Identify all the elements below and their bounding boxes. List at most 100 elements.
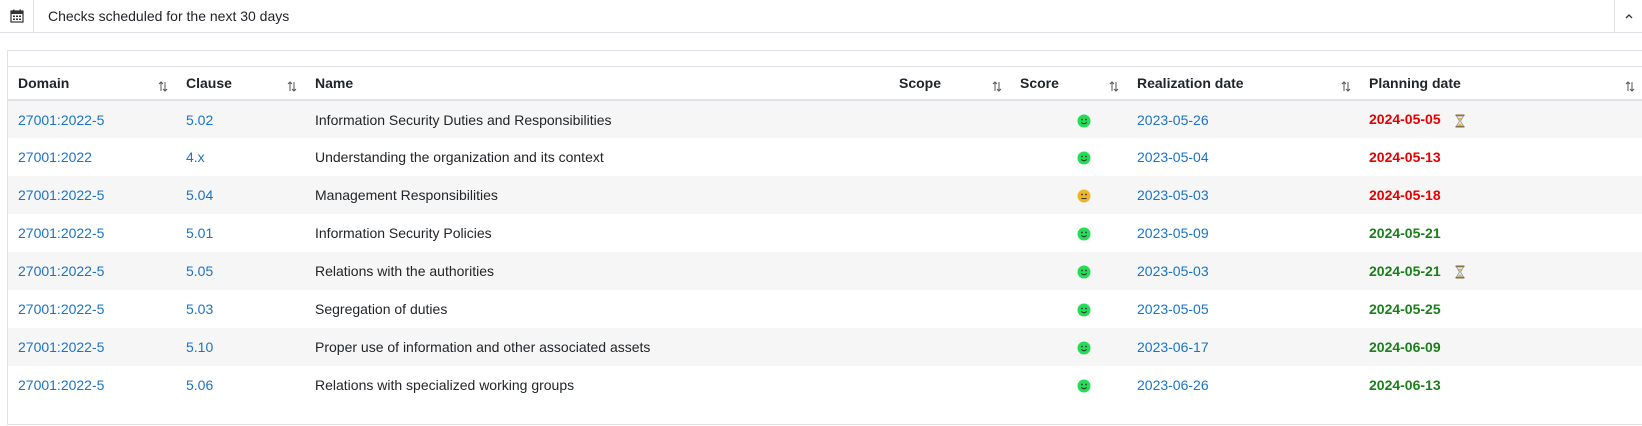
domain-link[interactable]: 27001:2022-5	[18, 225, 104, 241]
name-cell: Information Security Policies	[305, 214, 889, 252]
table-row[interactable]: 27001:2022-5 5.05 Relations with the autho…	[8, 252, 1642, 290]
realization-date-link[interactable]: 2023-05-05	[1137, 301, 1209, 317]
realization-date-link[interactable]: 2023-05-03	[1137, 187, 1209, 203]
domain-link[interactable]: 27001:2022-5	[18, 301, 104, 317]
table-toolbar-strip	[8, 51, 1642, 67]
domain-link[interactable]: 27001:2022-5	[18, 187, 104, 203]
clause-cell: 5.06	[176, 366, 305, 404]
clause-link[interactable]: 5.04	[186, 187, 213, 203]
smiley-face-icon	[1077, 265, 1091, 279]
sort-icon[interactable]	[1109, 79, 1119, 92]
planning-date-cell: 2024-06-13	[1359, 366, 1642, 404]
planning-date: 2024-06-09	[1369, 339, 1441, 355]
column-header-realization-date[interactable]: Realization date	[1127, 67, 1359, 101]
domain-cell: 27001:2022-5	[8, 252, 176, 290]
score-cell	[1010, 366, 1127, 404]
clause-link[interactable]: 5.03	[186, 301, 213, 317]
name-cell: Relations with specialized working group…	[305, 366, 889, 404]
name-cell: Management Responsibilities	[305, 176, 889, 214]
name-cell: Relations with the authorities	[305, 252, 889, 290]
realization-date-cell: 2023-06-17	[1127, 328, 1359, 366]
planning-date: 2024-05-13	[1369, 149, 1441, 165]
scope-cell	[889, 366, 1010, 404]
name-cell: Proper use of information and other asso…	[305, 328, 889, 366]
realization-date-cell: 2023-06-26	[1127, 366, 1359, 404]
realization-date-link[interactable]: 2023-05-26	[1137, 112, 1209, 128]
scope-cell	[889, 176, 1010, 214]
clause-link[interactable]: 5.02	[186, 112, 213, 128]
name-cell: Segregation of duties	[305, 290, 889, 328]
column-header-score[interactable]: Score	[1010, 67, 1127, 101]
table-header-row: Domain Clause Name Scope Score Realizati…	[8, 67, 1642, 101]
panel-title: Checks scheduled for the next 30 days	[48, 8, 290, 24]
table-row[interactable]: 27001:2022 4.x Understanding the organizat…	[8, 138, 1642, 176]
column-header-name[interactable]: Name	[305, 67, 889, 101]
realization-date-cell: 2023-05-03	[1127, 176, 1359, 214]
planning-date-cell: 2024-06-09	[1359, 328, 1642, 366]
smiley-face-icon	[1077, 227, 1091, 241]
scope-cell	[889, 252, 1010, 290]
domain-link[interactable]: 27001:2022-5	[18, 339, 104, 355]
column-header-scope[interactable]: Scope	[889, 67, 1010, 101]
planning-date-cell: 2024-05-21	[1359, 214, 1642, 252]
domain-link[interactable]: 27001:2022-5	[18, 112, 104, 128]
realization-date-link[interactable]: 2023-06-17	[1137, 339, 1209, 355]
table-row[interactable]: 27001:2022-5 5.03 Segregation of duties 202…	[8, 290, 1642, 328]
clause-cell: 5.02	[176, 100, 305, 138]
scope-cell	[889, 138, 1010, 176]
clause-link[interactable]: 5.05	[186, 263, 213, 279]
sort-icon[interactable]	[992, 79, 1002, 92]
planning-date: 2024-05-21	[1369, 225, 1441, 241]
planning-date-cell: 2024-05-21	[1359, 252, 1642, 290]
table-row[interactable]: 27001:2022-5 5.02 Information Security Dut…	[8, 100, 1642, 138]
smiley-face-icon	[1077, 151, 1091, 165]
clause-link[interactable]: 5.10	[186, 339, 213, 355]
neutral-face-icon	[1077, 189, 1091, 203]
realization-date-cell: 2023-05-05	[1127, 290, 1359, 328]
column-header-clause[interactable]: Clause	[176, 67, 305, 101]
table-row[interactable]: 27001:2022-5 5.04 Management Responsibilit…	[8, 176, 1642, 214]
table-row[interactable]: 27001:2022-5 5.10 Proper use of informatio…	[8, 328, 1642, 366]
sort-icon[interactable]	[1341, 79, 1351, 92]
domain-link[interactable]: 27001:2022-5	[18, 377, 104, 393]
clause-cell: 5.01	[176, 214, 305, 252]
planning-date: 2024-05-18	[1369, 187, 1441, 203]
sort-icon[interactable]	[287, 79, 297, 92]
realization-date-link[interactable]: 2023-05-09	[1137, 225, 1209, 241]
domain-cell: 27001:2022-5	[8, 176, 176, 214]
clause-link[interactable]: 4.x	[186, 149, 205, 165]
sort-icon[interactable]	[158, 79, 168, 92]
table-row[interactable]: 27001:2022-5 5.06 Relations with specializ…	[8, 366, 1642, 404]
realization-date-cell: 2023-05-09	[1127, 214, 1359, 252]
sort-icon[interactable]	[1625, 79, 1635, 92]
clause-cell: 5.03	[176, 290, 305, 328]
planning-date: 2024-05-21	[1369, 262, 1441, 279]
planning-date-cell: 2024-05-18	[1359, 176, 1642, 214]
column-header-domain[interactable]: Domain	[8, 67, 176, 101]
name-cell: Information Security Duties and Responsi…	[305, 100, 889, 138]
domain-link[interactable]: 27001:2022	[18, 149, 92, 165]
scope-cell	[889, 100, 1010, 138]
score-cell	[1010, 214, 1127, 252]
hourglass-icon	[1455, 114, 1465, 128]
realization-date-link[interactable]: 2023-05-03	[1137, 263, 1209, 279]
domain-cell: 27001:2022-5	[8, 100, 176, 138]
chevron-up-icon[interactable]	[1614, 0, 1642, 32]
column-header-planning-date[interactable]: Planning date	[1359, 67, 1642, 101]
table-row[interactable]: 27001:2022-5 5.01 Information Security Pol…	[8, 214, 1642, 252]
clause-link[interactable]: 5.06	[186, 377, 213, 393]
domain-cell: 27001:2022-5	[8, 290, 176, 328]
domain-link[interactable]: 27001:2022-5	[18, 263, 104, 279]
realization-date-link[interactable]: 2023-05-04	[1137, 149, 1209, 165]
panel-header: Checks scheduled for the next 30 days	[0, 0, 1642, 33]
domain-cell: 27001:2022-5	[8, 366, 176, 404]
clause-cell: 5.10	[176, 328, 305, 366]
score-cell	[1010, 176, 1127, 214]
realization-date-cell: 2023-05-26	[1127, 100, 1359, 138]
realization-date-link[interactable]: 2023-06-26	[1137, 377, 1209, 393]
calendar-icon[interactable]	[0, 0, 34, 32]
planning-date: 2024-05-25	[1369, 301, 1441, 317]
score-cell	[1010, 290, 1127, 328]
clause-link[interactable]: 5.01	[186, 225, 213, 241]
smiley-face-icon	[1077, 114, 1091, 128]
